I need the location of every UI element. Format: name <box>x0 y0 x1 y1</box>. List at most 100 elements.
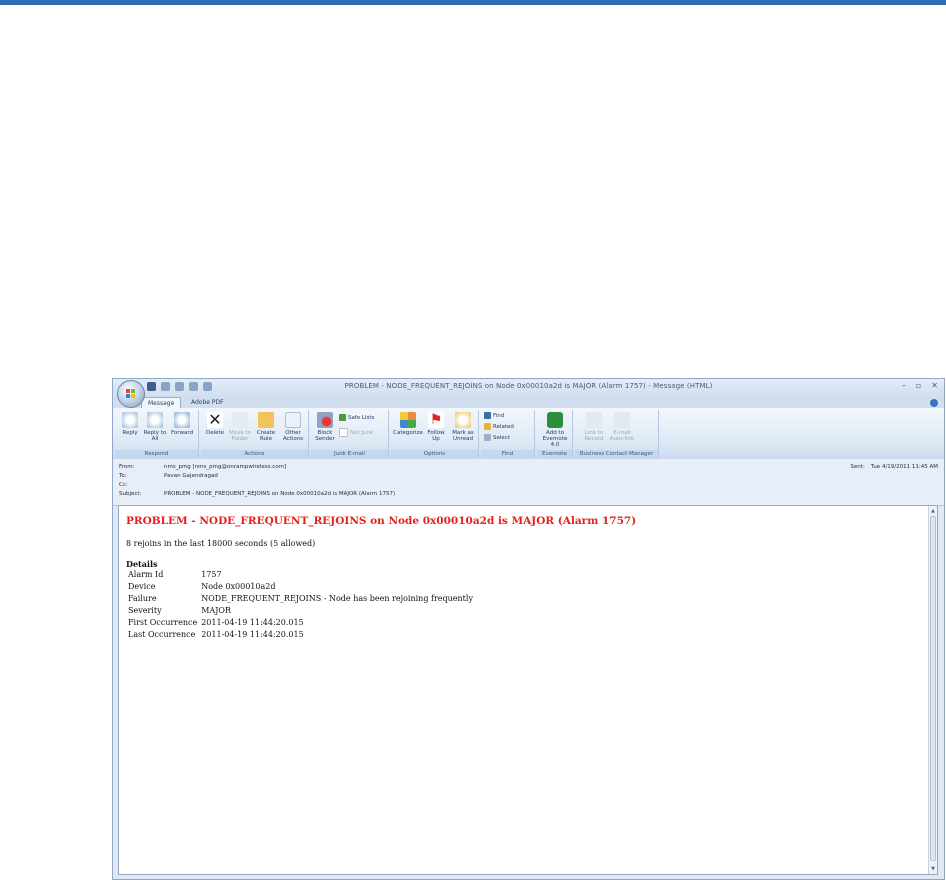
scroll-thumb[interactable] <box>930 516 936 861</box>
block-sender-icon <box>317 412 333 428</box>
detail-key: Severity <box>128 606 162 615</box>
title-bar: PROBLEM - NODE_FREQUENT_REJOINS on Node … <box>113 379 944 397</box>
scroll-down-arrow-icon[interactable]: ▼ <box>930 866 936 872</box>
outlook-message-window: PROBLEM - NODE_FREQUENT_REJOINS on Node … <box>112 378 945 880</box>
link-record-icon <box>586 412 602 428</box>
follow-up-flag-icon: ⚑ <box>428 412 444 428</box>
forward-icon <box>174 412 190 428</box>
group-junk-email: Block Sender Safe Lists Not Junk Junk E-… <box>311 410 389 458</box>
detail-value: 2011-04-19 11:44:20.015 <box>201 630 304 639</box>
group-options: Categorize ⚑ Follow Up Mark as Unread Op… <box>391 410 479 458</box>
sent-value: Tue 4/19/2011 11:45 AM <box>870 464 938 470</box>
email-auto-link-button[interactable]: E-mail Auto-link <box>609 412 635 442</box>
not-junk-icon <box>339 428 348 437</box>
group-label-find: Find <box>481 450 534 458</box>
details-heading: Details <box>126 559 158 569</box>
group-label-respond: Respond <box>115 450 198 458</box>
reply-all-button[interactable]: Reply to All <box>143 412 167 442</box>
safe-lists-button[interactable]: Safe Lists <box>339 414 374 421</box>
sent-row: Sent: Tue 4/19/2011 11:45 AM <box>850 464 938 470</box>
message-body[interactable]: PROBLEM - NODE_FREQUENT_REJOINS on Node … <box>118 505 938 875</box>
table-row: First Occurrence 2011-04-19 11:44:20.015 <box>126 618 475 630</box>
delete-button[interactable]: ✕ Delete <box>203 410 227 437</box>
reply-icon <box>122 412 138 428</box>
group-label-options: Options <box>391 450 478 458</box>
binoculars-icon <box>484 412 491 419</box>
follow-up-button[interactable]: ⚑ Follow Up <box>425 412 447 442</box>
email-auto-link-icon <box>614 412 630 428</box>
office-button[interactable] <box>117 380 145 408</box>
window-controls: – ▫ ✕ <box>902 381 938 390</box>
group-label-actions: Actions <box>201 450 308 458</box>
link-to-record-button[interactable]: Link to Record <box>581 412 607 442</box>
mark-as-unread-button[interactable]: Mark as Unread <box>449 412 477 442</box>
table-row: Severity MAJOR <box>126 606 475 618</box>
to-value[interactable]: Pavan Gajendragad <box>164 473 218 479</box>
detail-value: 2011-04-19 11:44:20.015 <box>201 618 304 627</box>
forward-button[interactable]: Forward <box>169 412 195 436</box>
group-actions: ✕ Delete Move to Folder Create Rule Othe… <box>201 410 309 458</box>
create-rule-button[interactable]: Create Rule <box>254 412 278 442</box>
from-row: From: nms_pmg [nms_pmg@onrampwireless.com… <box>119 463 286 471</box>
table-row: Alarm Id 1757 <box>126 570 475 582</box>
ribbon: Reply Reply to All Forward Respond ✕ Del… <box>113 408 944 460</box>
sent-label: Sent: <box>850 464 865 470</box>
to-label: To: <box>119 473 127 479</box>
add-to-evernote-button[interactable]: Add to Evernote 4.0 <box>539 412 571 448</box>
cc-label: Cc: <box>119 482 128 488</box>
details-table: Alarm Id 1757 Device Node 0x00010a2d Failu… <box>126 570 475 642</box>
detail-value: MAJOR <box>201 606 231 615</box>
detail-value: NODE_FREQUENT_REJOINS - Node has been re… <box>201 594 473 603</box>
not-junk-button[interactable]: Not Junk <box>339 428 373 437</box>
group-business-contact-manager: Link to Record E-mail Auto-link Business… <box>575 410 659 458</box>
safe-lists-icon <box>339 414 346 421</box>
delete-x-icon: ✕ <box>207 410 223 429</box>
scroll-up-arrow-icon[interactable]: ▲ <box>930 508 936 514</box>
other-actions-icon <box>285 412 301 428</box>
table-row: Device Node 0x00010a2d <box>126 582 475 594</box>
categorize-icon <box>400 412 416 428</box>
select-button[interactable]: Select <box>484 434 510 441</box>
window-title: PROBLEM - NODE_FREQUENT_REJOINS on Node … <box>344 382 713 390</box>
mark-unread-icon <box>455 412 471 428</box>
office-logo-icon <box>126 389 136 399</box>
message-header: From: nms_pmg [nms_pmg@onrampwireless.com… <box>113 459 944 506</box>
categorize-button[interactable]: Categorize <box>393 412 423 436</box>
message-content: PROBLEM - NODE_FREQUENT_REJOINS on Node … <box>126 515 636 642</box>
group-respond: Reply Reply to All Forward Respond <box>115 410 199 458</box>
group-label-junk-email: Junk E-mail <box>311 450 388 458</box>
close-button[interactable]: ✕ <box>931 381 938 390</box>
move-to-folder-button[interactable]: Move to Folder <box>227 412 253 442</box>
help-icon[interactable] <box>930 399 938 407</box>
group-label-evernote: Evernote <box>537 450 572 458</box>
alarm-summary: 8 rejoins in the last 18000 seconds (5 a… <box>126 539 316 548</box>
detail-key: First Occurrence <box>128 618 198 627</box>
vertical-scrollbar[interactable]: ▲ ▼ <box>928 506 937 874</box>
related-button[interactable]: Related <box>484 423 514 430</box>
evernote-elephant-icon <box>547 412 563 428</box>
to-row: To: Pavan Gajendragad <box>119 472 218 480</box>
related-icon <box>484 423 491 430</box>
reply-all-icon <box>147 412 163 428</box>
select-cursor-icon <box>484 434 491 441</box>
minimize-button[interactable]: – <box>902 381 906 390</box>
other-actions-button[interactable]: Other Actions <box>279 412 307 442</box>
move-folder-icon <box>232 412 248 428</box>
create-rule-icon <box>258 412 274 428</box>
detail-key: Alarm Id <box>128 570 164 579</box>
alarm-title: PROBLEM - NODE_FREQUENT_REJOINS on Node … <box>126 515 637 527</box>
detail-key: Last Occurrence <box>128 630 196 639</box>
detail-value: 1757 <box>201 570 222 579</box>
restore-button[interactable]: ▫ <box>916 381 921 390</box>
group-find: Find Related Select Find <box>481 410 535 458</box>
find-button[interactable]: Find <box>484 412 504 419</box>
page-top-rule <box>0 0 946 5</box>
group-evernote: Add to Evernote 4.0 Evernote <box>537 410 573 458</box>
detail-key: Device <box>128 582 156 591</box>
reply-button[interactable]: Reply <box>119 412 141 436</box>
from-value[interactable]: nms_pmg [nms_pmg@onrampwireless.com] <box>164 464 286 470</box>
cc-row: Cc: <box>119 481 164 489</box>
table-row: Failure NODE_FREQUENT_REJOINS - Node has … <box>126 594 475 606</box>
detail-key: Failure <box>128 594 157 603</box>
block-sender-button[interactable]: Block Sender <box>313 412 337 442</box>
